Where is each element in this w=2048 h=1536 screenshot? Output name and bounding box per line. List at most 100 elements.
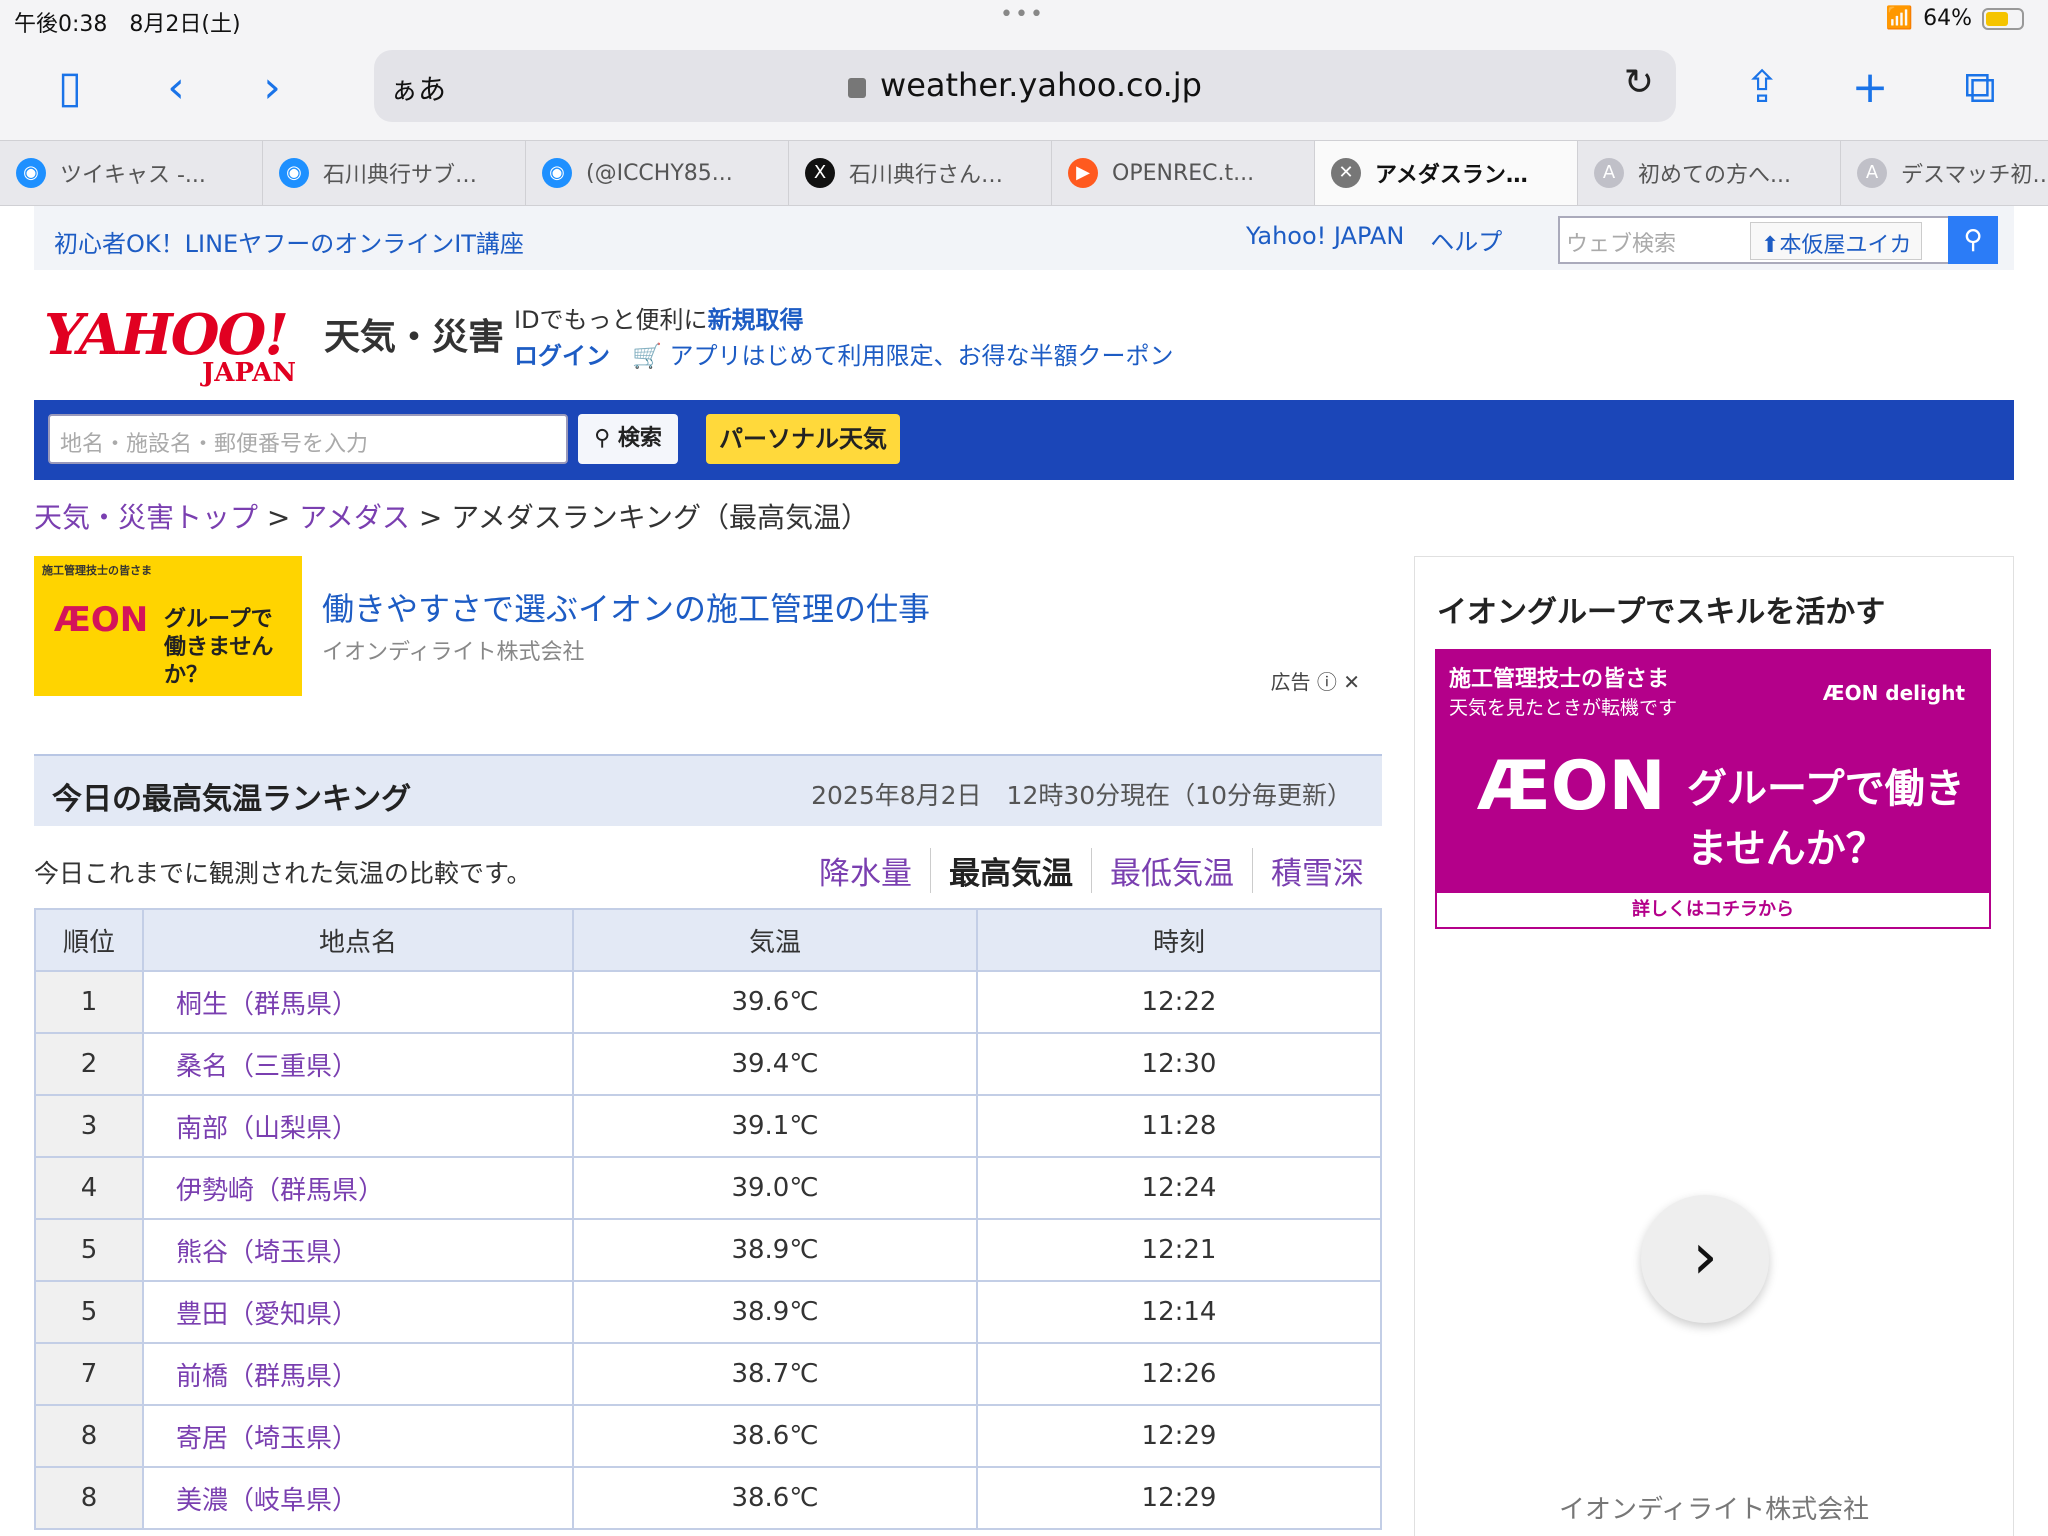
breadcrumb-amedas[interactable]: アメダス xyxy=(299,501,410,534)
col-time: 時刻 xyxy=(976,908,1382,972)
station-link[interactable]: 豊田（愛知県） xyxy=(142,1280,574,1344)
table-row: 5 豊田（愛知県） 38.9℃ 12:14 xyxy=(34,1280,1382,1344)
time-cell: 11:28 xyxy=(976,1094,1382,1158)
ad-image[interactable]: 施工管理技士の皆さま ÆON グループで働きませんか？ xyxy=(34,556,302,696)
tab-favicon-icon: A xyxy=(1857,158,1887,188)
browser-tab[interactable]: ▶ OPENREC.t... xyxy=(1052,141,1315,205)
lock-icon xyxy=(848,78,867,98)
browser-tab[interactable]: ◉ 石川典行サブ… xyxy=(263,141,526,205)
back-icon[interactable]: ‹ xyxy=(146,58,206,118)
ranking-table: 順位 地点名 気温 時刻 1 桐生（群馬県） 39.6℃ 12:22 2 桑名（三重県） 3… xyxy=(34,908,1382,1530)
status-bar: 午後0:38 8月2日(土) ••• 📶 64% xyxy=(0,0,2048,40)
temp-cell: 38.9℃ xyxy=(572,1280,978,1344)
time-cell: 12:30 xyxy=(976,1032,1382,1096)
web-search-box[interactable]: ウェブ検索 ⬆本仮屋ユイカ ⚲ xyxy=(1558,216,1998,264)
browser-tab[interactable]: A デスマッチ初… xyxy=(1841,141,2048,205)
sidebar-ad-title: イオングループでスキルを活かす xyxy=(1437,595,1886,630)
time-cell: 12:21 xyxy=(976,1218,1382,1282)
station-link[interactable]: 桑名（三重県） xyxy=(142,1032,574,1096)
browser-tab[interactable]: A 初めての方へ... xyxy=(1578,141,1841,205)
share-icon[interactable]: ⇪ xyxy=(1732,58,1792,118)
trending-keyword[interactable]: ⬆本仮屋ユイカ xyxy=(1750,222,1923,260)
station-link[interactable]: 美濃（岐阜県） xyxy=(142,1466,574,1530)
breadcrumb: 天気・災害トップ > アメダス > アメダスランキング（最高気温） xyxy=(34,501,869,534)
rank-cell: 5 xyxy=(34,1280,144,1344)
location-search-button[interactable]: ⚲ 検索 xyxy=(578,414,678,464)
sidebar-icon[interactable]: ▯ xyxy=(40,58,100,118)
yahoo-japan-link[interactable]: Yahoo! JAPAN xyxy=(1246,222,1404,257)
temp-cell: 39.4℃ xyxy=(572,1032,978,1096)
tab-favicon-icon: X xyxy=(805,158,835,188)
address-bar[interactable]: ぁあ weather.yahoo.co.jp ↻ xyxy=(374,50,1676,122)
temp-cell: 39.0℃ xyxy=(572,1156,978,1220)
ranking-description: 今日これまでに観測された気温の比較です。 xyxy=(34,859,532,888)
ranking-header: 今日の最高気温ランキング 2025年8月2日 12時30分現在（10分毎更新） xyxy=(34,754,1382,826)
rank-cell: 8 xyxy=(34,1466,144,1530)
signup-link[interactable]: 新規取得 xyxy=(708,306,804,334)
personal-weather-button[interactable]: パーソナル天気 xyxy=(706,414,900,464)
ad-banner[interactable]: 施工管理技士の皆さま ÆON グループで働きませんか？ 働きやすさで選ぶイオンの… xyxy=(34,556,1382,716)
station-link[interactable]: 桐生（群馬県） xyxy=(142,970,574,1034)
rank-cell: 3 xyxy=(34,1094,144,1158)
sidebar-ad-banner[interactable]: 施工管理技士の皆さま 天気を見たときが転機です ÆON delight ÆON … xyxy=(1435,649,1991,929)
browser-tab[interactable]: X 石川典行さん… xyxy=(789,141,1052,205)
tab-label: デスマッチ初… xyxy=(1901,163,2048,188)
browser-tab[interactable]: ◉ ツイキャス -... xyxy=(0,141,263,205)
col-station: 地点名 xyxy=(142,908,574,972)
temp-cell: 39.6℃ xyxy=(572,970,978,1034)
time-cell: 12:22 xyxy=(976,970,1382,1034)
browser-tab[interactable]: ◉ (@ICCHY85... xyxy=(526,141,789,205)
coupon-link[interactable]: アプリはじめて利用限定、お得な半額クーポン xyxy=(670,342,1174,370)
search-icon[interactable]: ⚲ xyxy=(1948,216,1998,264)
temp-cell: 38.6℃ xyxy=(572,1404,978,1468)
station-link[interactable]: 南部（山梨県） xyxy=(142,1094,574,1158)
tab-favicon-icon: ◉ xyxy=(279,158,309,188)
tab-precipitation[interactable]: 降水量 xyxy=(801,848,930,893)
station-link[interactable]: 熊谷（埼玉県） xyxy=(142,1218,574,1282)
login-link[interactable]: ログイン xyxy=(514,342,610,370)
tab-snow-depth[interactable]: 積雪深 xyxy=(1252,848,1382,893)
web-search-input[interactable]: ウェブ検索 xyxy=(1566,226,1676,258)
tab-label: 初めての方へ... xyxy=(1638,163,1791,188)
multitask-dots[interactable]: ••• xyxy=(1000,2,1045,27)
browser-tab[interactable]: ✕ アメダスラン… xyxy=(1315,141,1578,205)
sidebar-ad: イオングループでスキルを活かす 施工管理技士の皆さま 天気を見たときが転機です … xyxy=(1414,556,2014,1536)
ad-title[interactable]: 働きやすさで選ぶイオンの施工管理の仕事 xyxy=(322,584,930,630)
table-row: 4 伊勢崎（群馬県） 39.0℃ 12:24 xyxy=(34,1156,1382,1220)
reload-icon[interactable]: ↻ xyxy=(1624,62,1654,103)
help-link[interactable]: ヘルプ xyxy=(1430,222,1502,257)
rank-cell: 8 xyxy=(34,1404,144,1468)
time-cell: 12:14 xyxy=(976,1280,1382,1344)
station-link[interactable]: 寄居（埼玉県） xyxy=(142,1404,574,1468)
station-link[interactable]: 伊勢崎（群馬県） xyxy=(142,1156,574,1220)
ad-company: イオンディライト株式会社 xyxy=(322,640,585,665)
carousel-next-icon[interactable]: › xyxy=(1641,1195,1769,1323)
ad-label[interactable]: 広告 ⓘ ✕ xyxy=(1271,666,1360,695)
table-row: 2 桑名（三重県） 39.4℃ 12:30 xyxy=(34,1032,1382,1096)
rank-cell: 5 xyxy=(34,1218,144,1282)
battery-icon xyxy=(1982,7,2024,30)
breadcrumb-home[interactable]: 天気・災害トップ xyxy=(34,501,258,534)
location-input[interactable]: 地名・施設名・郵便番号を入力 xyxy=(48,414,568,464)
table-row: 1 桐生（群馬県） 39.6℃ 12:22 xyxy=(34,970,1382,1034)
forward-icon[interactable]: › xyxy=(242,58,302,118)
temp-cell: 39.1℃ xyxy=(572,1094,978,1158)
tab-bar: ◉ ツイキャス -... ◉ 石川典行サブ… ◉ (@ICCHY85... X 石川典行さん…… xyxy=(0,140,2048,206)
tab-min-temp[interactable]: 最低気温 xyxy=(1091,848,1252,893)
top-nav: 初心者OK！LINEヤフーのオンラインIT講座 Yahoo! JAPAN ヘルプ… xyxy=(34,206,2014,270)
tab-label: (@ICCHY85... xyxy=(586,160,733,186)
tab-label: 石川典行さん… xyxy=(849,163,1004,188)
station-link[interactable]: 前橋（群馬県） xyxy=(142,1342,574,1406)
yahoo-logo-sub: JAPAN xyxy=(202,358,297,388)
promo-link[interactable]: 初心者OK！LINEヤフーのオンラインIT講座 xyxy=(54,224,524,259)
web-page: 初心者OK！LINEヤフーのオンラインIT講座 Yahoo! JAPAN ヘルプ… xyxy=(34,206,2014,480)
tabs-overview-icon[interactable]: ⧉ xyxy=(1950,58,2010,118)
col-rank: 順位 xyxy=(34,908,144,972)
url-text: weather.yahoo.co.jp xyxy=(880,66,1202,104)
temp-cell: 38.6℃ xyxy=(572,1466,978,1530)
tab-favicon-icon: ▶ xyxy=(1068,158,1098,188)
location-search-bar: 地名・施設名・郵便番号を入力 ⚲ 検索 パーソナル天気 xyxy=(34,400,2014,480)
id-promo: IDでもっと便利に新規取得 xyxy=(514,306,804,334)
new-tab-icon[interactable]: + xyxy=(1840,58,1900,118)
service-name[interactable]: 天気・災害 xyxy=(324,308,504,360)
